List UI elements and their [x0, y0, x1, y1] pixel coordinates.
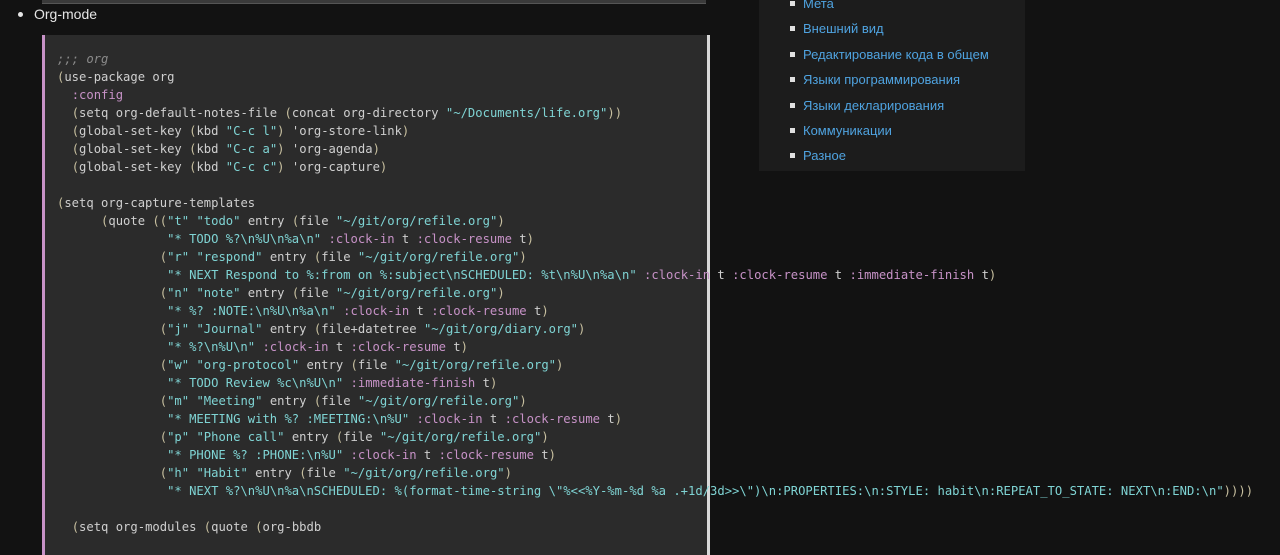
list-item-org-mode: Org-mode	[18, 6, 97, 22]
sidebar-link[interactable]: Внешний вид	[803, 16, 884, 41]
sidebar-item: Внешний вид	[790, 16, 989, 41]
sidebar-link[interactable]: Мета	[803, 0, 834, 16]
sidebar-item: Языки программирования	[790, 67, 989, 92]
bullet-icon	[18, 11, 23, 17]
sidebar-link[interactable]: Коммуникации	[803, 118, 892, 143]
list-item-label: Org-mode	[34, 6, 98, 22]
bullet-square-icon	[790, 153, 795, 159]
sidebar-item: Коммуникации	[790, 118, 989, 143]
top-divider	[42, 0, 706, 4]
code-content[interactable]: ;;; org (use-package org :config (setq o…	[57, 50, 1253, 536]
sidebar-link[interactable]: Разное	[803, 143, 846, 168]
bullet-square-icon	[790, 77, 795, 83]
sidebar-link[interactable]: Языки программирования	[803, 67, 960, 92]
sidebar-toc: Мета Внешний вид Редактирование кода в общ…	[759, 0, 1025, 171]
bullet-square-icon	[790, 127, 795, 133]
sidebar-link[interactable]: Редактирование кода в общем	[803, 42, 989, 67]
bullet-square-icon	[790, 26, 795, 32]
sidebar-item: Языки декларирования	[790, 93, 989, 118]
bullet-square-icon	[790, 51, 795, 57]
sidebar-item: Разное	[790, 143, 989, 168]
sidebar-item: Мета	[790, 0, 989, 16]
sidebar-list: Мета Внешний вид Редактирование кода в общ…	[790, 0, 989, 169]
bullet-square-icon	[790, 1, 795, 6]
sidebar-link[interactable]: Языки декларирования	[803, 93, 944, 118]
sidebar-item: Редактирование кода в общем	[790, 42, 989, 67]
bullet-square-icon	[790, 102, 795, 108]
